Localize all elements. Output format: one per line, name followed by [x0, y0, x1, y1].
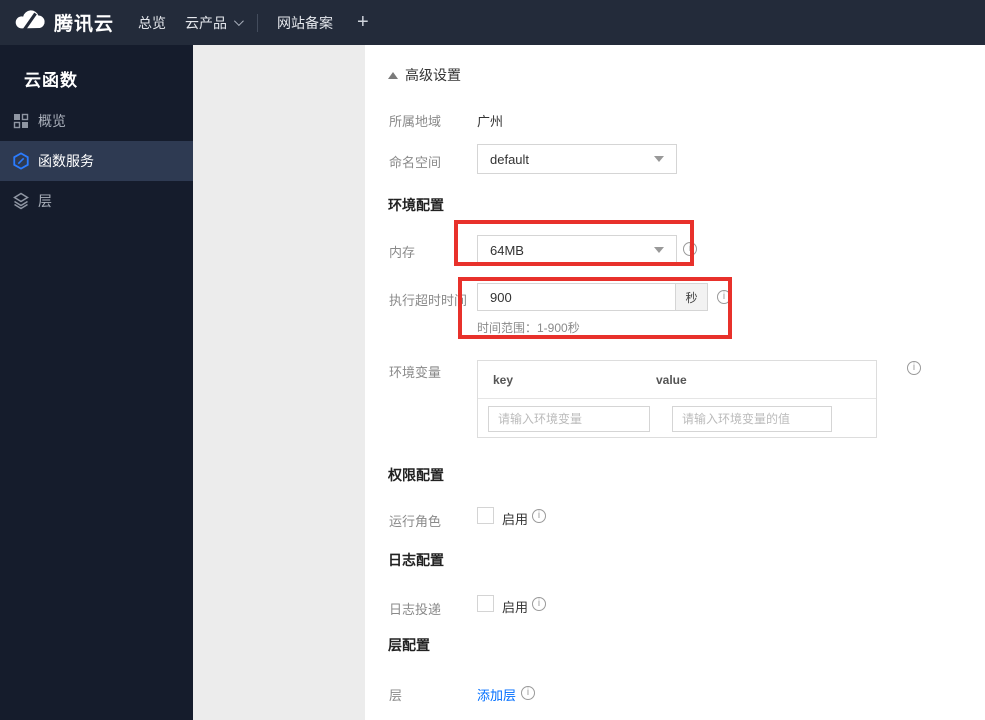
section-permission-config: 权限配置	[388, 467, 444, 483]
advanced-settings-label: 高级设置	[405, 67, 461, 83]
section-env-config: 环境配置	[388, 197, 444, 213]
secondary-panel	[193, 45, 365, 720]
region-value: 广州	[477, 114, 504, 129]
timeout-label: 执行超时时间	[389, 293, 468, 308]
env-key-input[interactable]	[488, 405, 650, 432]
tencent-cloud-brand[interactable]: 腾讯云	[13, 0, 114, 45]
env-vars-info-icon[interactable]	[907, 361, 921, 375]
env-value-input[interactable]	[672, 405, 832, 432]
chevron-down-icon	[654, 156, 664, 162]
namespace-select[interactable]: default	[477, 144, 677, 174]
env-vars-table: key value	[477, 360, 877, 438]
grid-icon	[12, 112, 30, 130]
layer-info-icon[interactable]	[521, 686, 535, 700]
log-delivery-info-icon[interactable]	[532, 597, 546, 611]
sidebar-item-label: 概览	[38, 113, 66, 129]
hexagon-function-icon	[12, 152, 30, 170]
add-product-tab-button[interactable]: +	[357, 0, 369, 45]
settings-panel: 高级设置 所属地域 广州 命名空间 default 环境配置 内存 64MB 执…	[365, 45, 985, 720]
sidebar-item-function-service[interactable]: 函数服务	[0, 141, 193, 181]
advanced-settings-toggle[interactable]: 高级设置	[388, 65, 461, 85]
layers-icon	[12, 192, 30, 210]
run-role-enable-label: 启用	[502, 512, 529, 527]
memory-label: 内存	[389, 245, 416, 260]
run-role-info-icon[interactable]	[532, 509, 546, 523]
log-delivery-enable-label: 启用	[502, 600, 529, 615]
memory-select[interactable]: 64MB	[477, 235, 677, 265]
env-vars-row	[478, 399, 876, 438]
chevron-down-icon	[654, 247, 664, 253]
brand-name: 腾讯云	[54, 14, 115, 35]
nav-icp-filing[interactable]: 网站备案	[277, 0, 333, 45]
region-label: 所属地域	[389, 114, 442, 129]
section-log-config: 日志配置	[388, 552, 444, 568]
chevron-down-icon	[233, 16, 244, 27]
log-delivery-checkbox[interactable]	[477, 595, 494, 612]
namespace-label: 命名空间	[389, 155, 442, 170]
triangle-up-icon	[388, 71, 398, 79]
sidebar: 云函数 概览 函数服务 层	[0, 45, 193, 720]
topbar: 腾讯云 总览 云产品 网站备案 +	[0, 0, 985, 45]
tencent-cloud-logo-icon	[13, 9, 47, 36]
sidebar-item-layers[interactable]: 层	[0, 181, 193, 221]
env-key-column-header: key	[493, 372, 514, 387]
memory-info-icon[interactable]	[683, 242, 697, 256]
namespace-selected-value: default	[490, 151, 530, 167]
run-role-label: 运行角色	[389, 514, 442, 529]
sidebar-item-overview[interactable]: 概览	[0, 101, 193, 141]
timeout-info-icon[interactable]	[717, 290, 731, 304]
product-title: 云函数	[24, 71, 78, 90]
timeout-input-group: 秒	[477, 283, 708, 311]
timeout-unit: 秒	[675, 283, 708, 311]
add-layer-link[interactable]: 添加层	[477, 685, 516, 704]
timeout-hint: 时间范围：1-900秒	[477, 321, 580, 335]
env-vars-header: key value	[478, 361, 876, 399]
timeout-input[interactable]	[477, 283, 675, 311]
layer-label: 层	[389, 688, 403, 703]
nav-divider	[257, 14, 258, 32]
nav-overview[interactable]: 总览	[138, 0, 166, 45]
nav-products[interactable]: 云产品	[185, 0, 244, 45]
log-delivery-label: 日志投递	[389, 602, 442, 617]
env-vars-label: 环境变量	[389, 365, 442, 380]
nav-products-label: 云产品	[185, 14, 227, 31]
env-value-column-header: value	[656, 372, 687, 387]
sidebar-item-label: 层	[38, 193, 52, 209]
memory-selected-value: 64MB	[490, 242, 524, 258]
sidebar-item-label: 函数服务	[38, 153, 94, 169]
sidebar-menu: 概览 函数服务 层	[0, 101, 193, 221]
run-role-checkbox[interactable]	[477, 507, 494, 524]
section-layer-config: 层配置	[388, 637, 430, 653]
